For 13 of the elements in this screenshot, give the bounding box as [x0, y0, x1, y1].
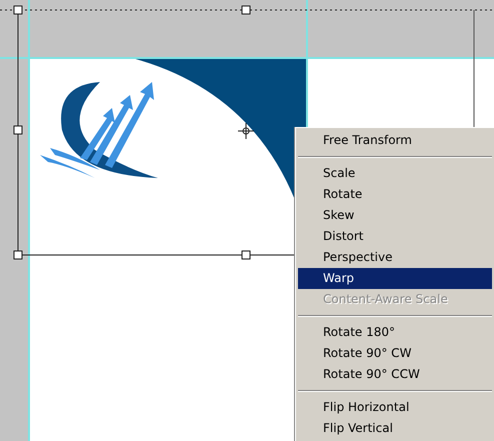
- menu-item[interactable]: Perspective: [298, 247, 492, 268]
- crosshair-icon: [238, 122, 254, 140]
- menu-item[interactable]: Rotate 90° CCW: [298, 364, 492, 385]
- menu-item[interactable]: Free Transform: [298, 130, 492, 151]
- menu-item[interactable]: Flip Horizontal: [298, 397, 492, 418]
- menu-item[interactable]: Skew: [298, 205, 492, 226]
- menu-item[interactable]: Scale: [298, 163, 492, 184]
- menu-item[interactable]: Rotate 90° CW: [298, 343, 492, 364]
- menu-item[interactable]: Warp: [298, 268, 492, 289]
- menu-item[interactable]: Flip Vertical: [298, 418, 492, 439]
- menu-item[interactable]: Rotate: [298, 184, 492, 205]
- menu-item[interactable]: Rotate 180°: [298, 322, 492, 343]
- menu-item[interactable]: Distort: [298, 226, 492, 247]
